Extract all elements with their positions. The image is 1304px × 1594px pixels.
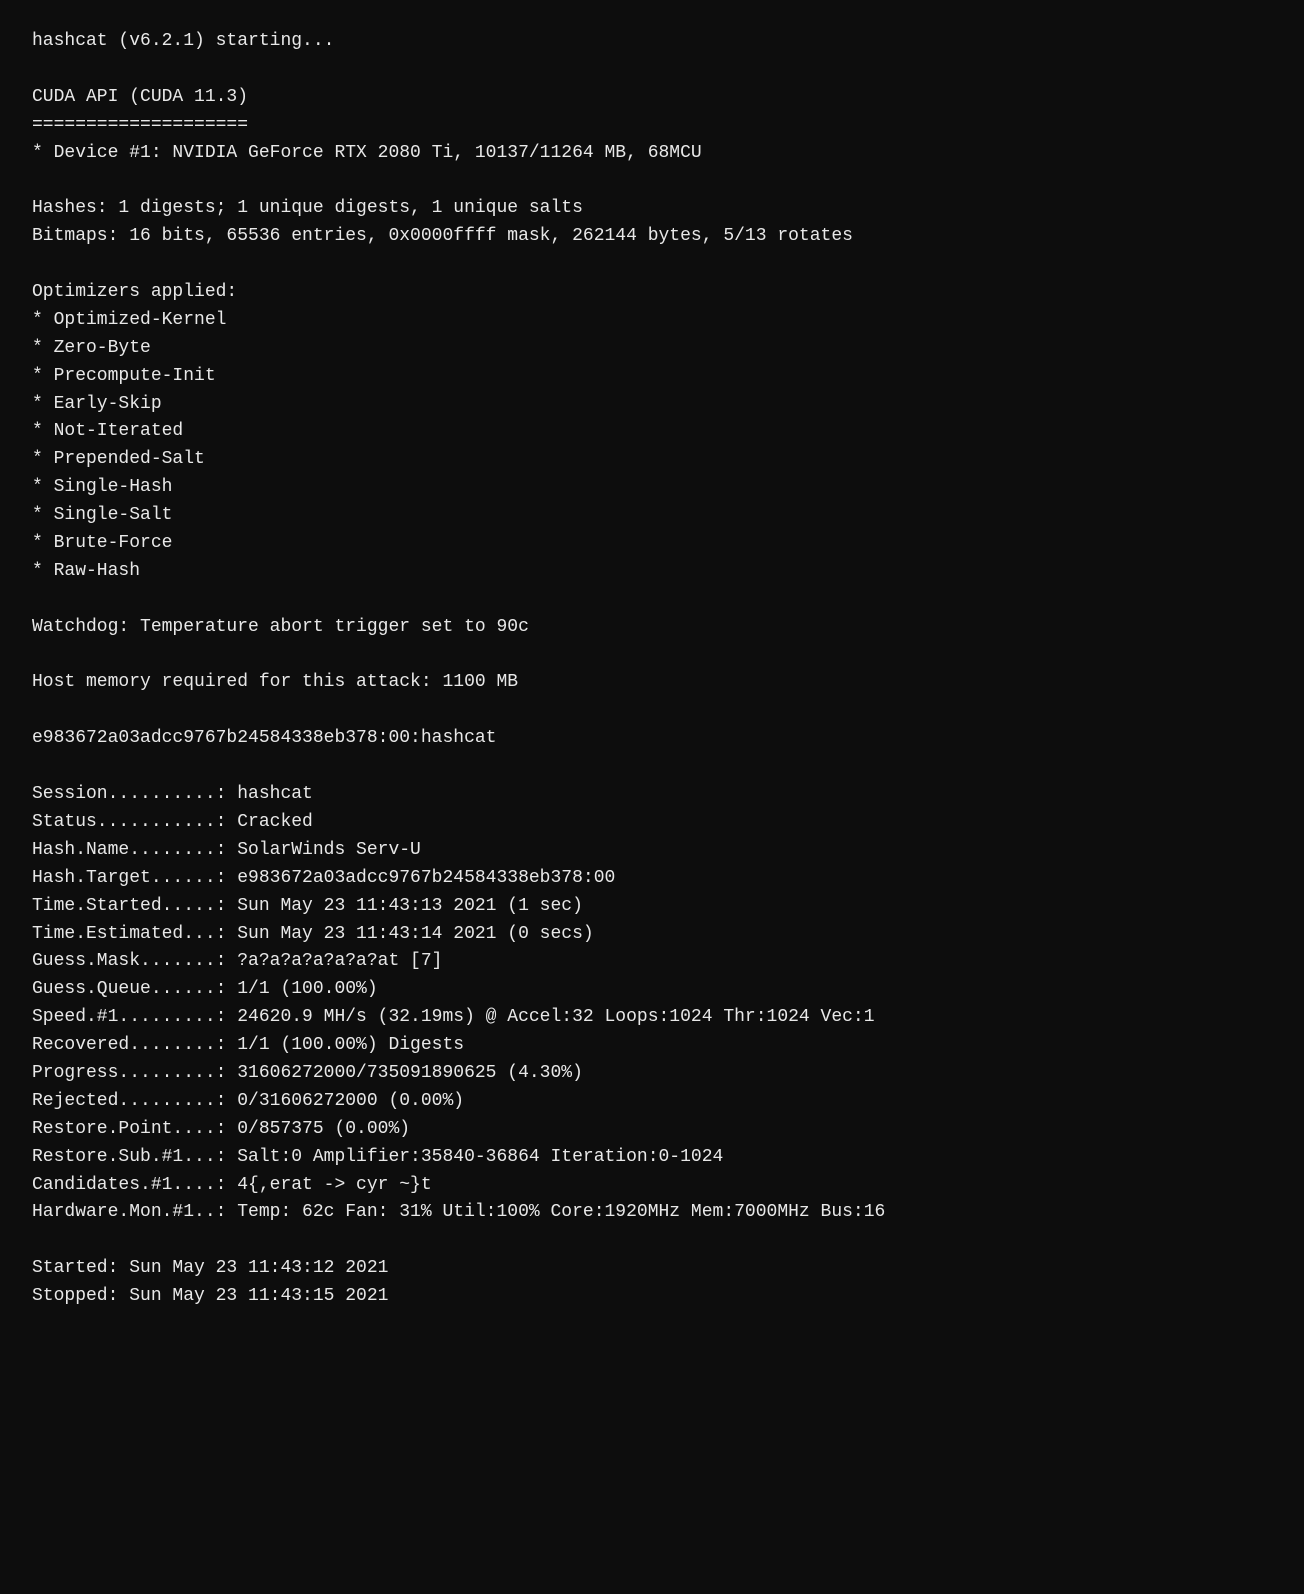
terminal-output: hashcat (v6.2.1) starting... CUDA API (C… — [32, 28, 1272, 1311]
